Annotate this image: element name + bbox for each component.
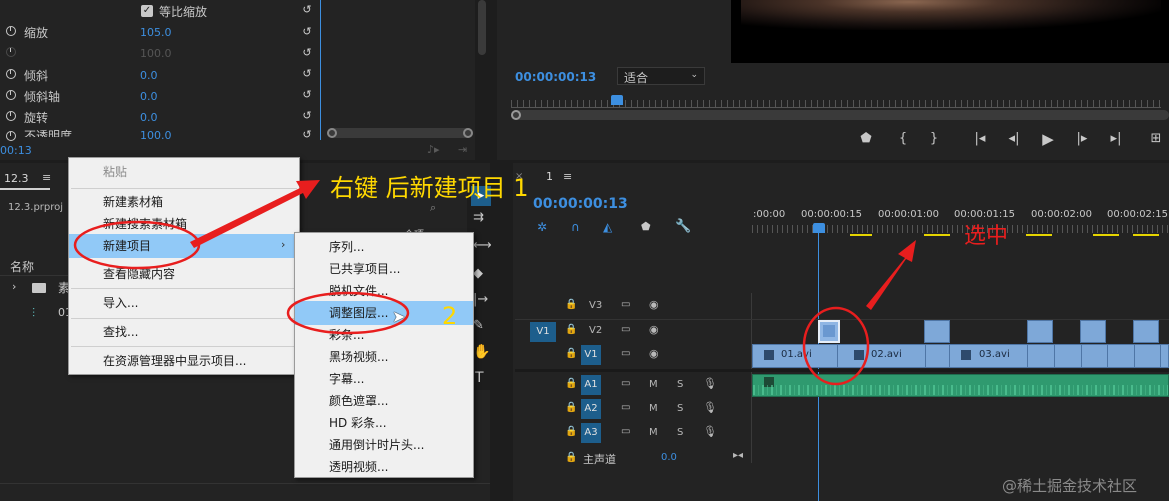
annotation-circle-selected-clip	[802, 306, 870, 386]
watermark: @稀土掘金技术社区	[1002, 477, 1138, 495]
annotation-arrow-right-click	[190, 180, 320, 248]
annotation-circle-adjustment-layer	[286, 291, 410, 335]
annotation-circle-new-item	[73, 220, 201, 270]
annotation-right-click-text: 右键 后新建项目 1	[330, 174, 529, 202]
annotation-step2-text: 2	[442, 302, 458, 330]
annotation-selected-text: 选中	[964, 224, 1009, 249]
annotation-layer	[73, 180, 916, 386]
annotation-arrow-selected	[866, 240, 916, 310]
